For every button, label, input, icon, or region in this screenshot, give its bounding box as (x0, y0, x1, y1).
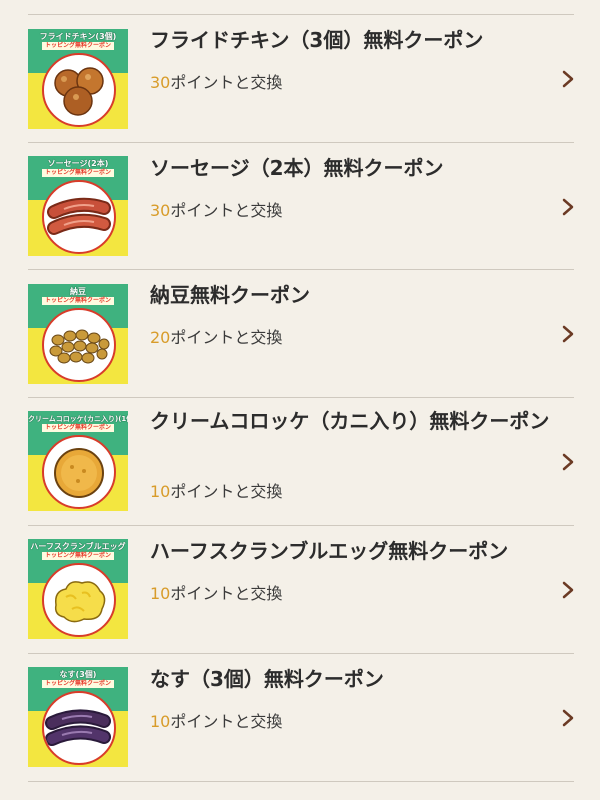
coupon-points: 30ポイントと交換 (150, 73, 282, 93)
coupon-title: フライドチキン（3個）無料クーポン (150, 28, 484, 52)
chevron-right-icon[interactable] (560, 69, 576, 89)
coupon-title: なす（3個）無料クーポン (150, 667, 384, 691)
scrambled-egg-icon (42, 563, 116, 637)
eggplant-icon (42, 691, 116, 765)
chevron-right-icon[interactable] (560, 197, 576, 217)
thumbnail-subtitle: トッピング無料クーポン (42, 424, 114, 432)
coupon-thumbnail: クリームコロッケ(カニ入り)(1個) トッピング無料クーポン (28, 411, 128, 511)
sausage-icon (42, 180, 116, 254)
natto-icon (42, 308, 116, 382)
coupon-title: 納豆無料クーポン (150, 283, 310, 307)
points-value: 20 (150, 328, 171, 347)
thumbnail-subtitle: トッピング無料クーポン (42, 552, 114, 560)
thumbnail-subtitle: トッピング無料クーポン (42, 297, 114, 305)
thumbnail-subtitle: トッピング無料クーポン (42, 680, 114, 688)
chevron-right-icon[interactable] (560, 580, 576, 600)
coupon-thumbnail: フライドチキン(3個) トッピング無料クーポン (28, 29, 128, 129)
coupon-title: ハーフスクランブルエッグ無料クーポン (150, 539, 509, 563)
thumbnail-subtitle: トッピング無料クーポン (42, 42, 114, 50)
fried-chicken-icon (42, 53, 116, 127)
coupon-item-fried-chicken[interactable]: フライドチキン(3個) トッピング無料クーポン フライドチキン（3個）無料クーポ… (0, 15, 600, 142)
points-label: ポイントと交換 (170, 482, 283, 501)
coupon-title: クリームコロッケ（カニ入り）無料クーポン (150, 409, 550, 433)
thumbnail-title: フライドチキン(3個) (39, 32, 117, 41)
coupon-item-cream-croquette[interactable]: クリームコロッケ(カニ入り)(1個) トッピング無料クーポン クリームコロッケ（… (0, 398, 600, 525)
points-value: 10 (150, 482, 171, 501)
points-label: ポイントと交換 (170, 201, 283, 220)
chevron-right-icon[interactable] (560, 452, 576, 472)
thumbnail-title: ハーフスクランブルエッグ (30, 542, 126, 551)
coupon-points: 10ポイントと交換 (150, 482, 282, 502)
points-value: 30 (150, 201, 171, 220)
coupon-item-sausage[interactable]: ソーセージ(2本) トッピング無料クーポン ソーセージ（2本）無料クーポン 30… (0, 143, 600, 269)
divider (28, 781, 574, 782)
points-value: 30 (150, 73, 171, 92)
points-value: 10 (150, 584, 171, 603)
coupon-thumbnail: 納豆 トッピング無料クーポン (28, 284, 128, 384)
chevron-right-icon[interactable] (560, 708, 576, 728)
coupon-thumbnail: ハーフスクランブルエッグ トッピング無料クーポン (28, 539, 128, 639)
coupon-item-eggplant[interactable]: なす(3個) トッピング無料クーポン なす（3個）無料クーポン 10ポイントと交… (0, 654, 600, 781)
coupon-list: フライドチキン(3個) トッピング無料クーポン フライドチキン（3個）無料クーポ… (0, 0, 600, 800)
points-label: ポイントと交換 (170, 584, 283, 603)
coupon-points: 30ポイントと交換 (150, 201, 282, 221)
coupon-points: 10ポイントと交換 (150, 584, 282, 604)
thumbnail-title: なす(3個) (59, 670, 97, 679)
points-label: ポイントと交換 (170, 328, 283, 347)
thumbnail-subtitle: トッピング無料クーポン (42, 169, 114, 177)
points-label: ポイントと交換 (170, 73, 283, 92)
coupon-thumbnail: なす(3個) トッピング無料クーポン (28, 667, 128, 767)
coupon-item-natto[interactable]: 納豆 トッピング無料クーポン 納豆無料クーポン 20ポイントと交換 (0, 270, 600, 397)
thumbnail-title: 納豆 (70, 287, 86, 296)
coupon-points: 20ポイントと交換 (150, 328, 282, 348)
chevron-right-icon[interactable] (560, 324, 576, 344)
coupon-title: ソーセージ（2本）無料クーポン (150, 156, 444, 180)
coupon-item-scrambled-egg[interactable]: ハーフスクランブルエッグ トッピング無料クーポン ハーフスクランブルエッグ無料ク… (0, 526, 600, 653)
coupon-points: 10ポイントと交換 (150, 712, 282, 732)
croquette-icon (42, 435, 116, 509)
thumbnail-title: ソーセージ(2本) (47, 159, 109, 168)
points-label: ポイントと交換 (170, 712, 283, 731)
coupon-thumbnail: ソーセージ(2本) トッピング無料クーポン (28, 156, 128, 256)
thumbnail-title: クリームコロッケ(カニ入り)(1個) (28, 415, 128, 423)
points-value: 10 (150, 712, 171, 731)
